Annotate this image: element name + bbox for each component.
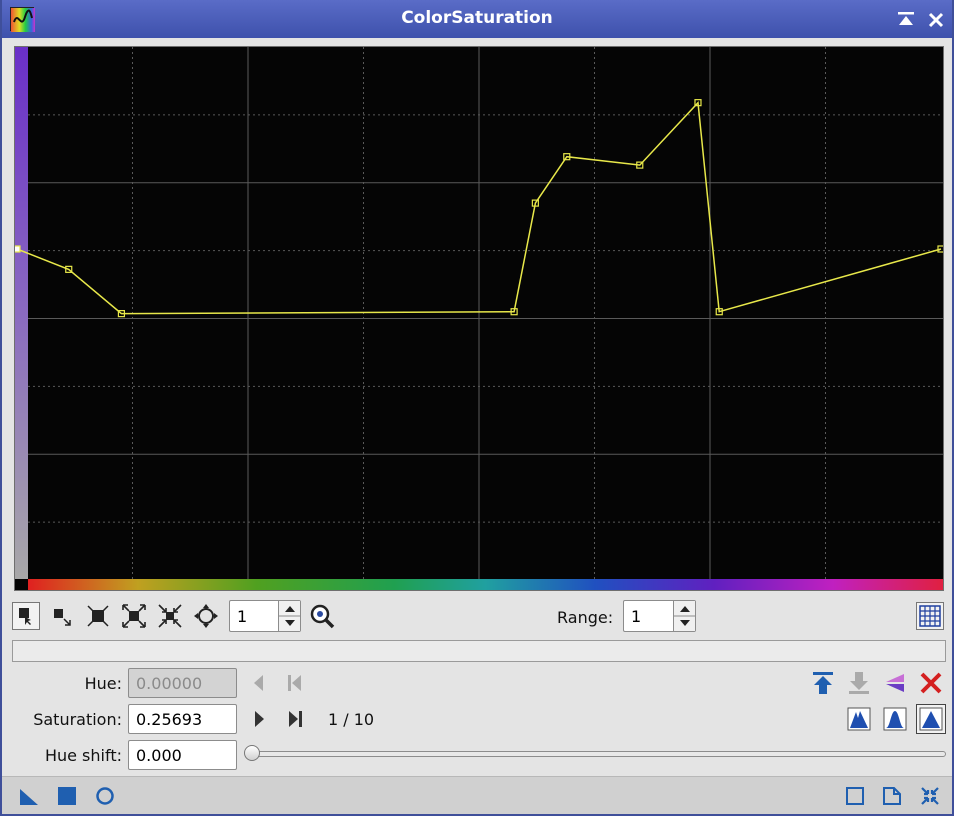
show-grid-icon[interactable] (916, 602, 944, 630)
saturation-label: Saturation: (33, 710, 122, 729)
previous-point-icon[interactable] (246, 670, 272, 696)
process-control-bar (2, 776, 952, 814)
zoom-factor-spinbox[interactable]: 1 (229, 600, 301, 632)
preview-icon[interactable] (844, 785, 866, 807)
range-label: Range: (557, 608, 614, 627)
zoom-out-icon[interactable] (156, 602, 184, 630)
curve-point[interactable] (13, 245, 21, 253)
zoom-icon[interactable] (308, 602, 336, 630)
store-curve-icon[interactable] (810, 670, 836, 696)
hue-shift-field[interactable]: 0.000 (128, 740, 237, 770)
zoom-factor-stepper[interactable] (278, 601, 301, 631)
first-point-icon[interactable] (282, 670, 308, 696)
browse-documentation-icon[interactable] (881, 785, 903, 807)
curve-graph[interactable] (13, 46, 945, 591)
next-point-icon[interactable] (246, 706, 272, 732)
hue-label: Hue: (84, 674, 122, 693)
apply-icon[interactable] (94, 785, 116, 807)
zoom-factor-value: 1 (237, 607, 248, 626)
graph-toolbar: 1 Range: 1 (12, 598, 946, 636)
range-value: 1 (631, 607, 642, 626)
hue-shift-slider-handle[interactable] (244, 745, 260, 761)
close-icon[interactable] (925, 9, 947, 31)
edit-point-mode-icon[interactable] (12, 602, 40, 630)
restore-curve-icon[interactable] (846, 670, 872, 696)
apply-global-icon[interactable] (56, 785, 78, 807)
hue-shift-slider[interactable] (246, 751, 946, 757)
point-counter: 1 / 10 (328, 710, 375, 729)
status-bar (12, 640, 946, 662)
range-stepper[interactable] (673, 601, 696, 631)
saturation-gradient-bar (15, 47, 28, 579)
hue-shift-label: Hue shift: (44, 746, 122, 765)
cubic-spline-icon[interactable] (882, 706, 908, 732)
hue-gradient-bar (28, 579, 943, 590)
reset-icon[interactable] (919, 785, 941, 807)
saturation-field[interactable]: 0.25693 (128, 704, 237, 734)
last-point-icon[interactable] (282, 706, 308, 732)
new-instance-icon[interactable] (18, 785, 40, 807)
akima-interpolation-icon[interactable] (846, 706, 872, 732)
reset-curve-icon[interactable] (918, 670, 944, 696)
title-bar[interactable]: ColorSaturation (2, 0, 952, 38)
linear-interpolation-icon[interactable] (916, 704, 946, 734)
zoom-in-icon[interactable] (120, 602, 148, 630)
window-title: ColorSaturation (401, 8, 553, 28)
delete-point-mode-icon[interactable] (84, 602, 112, 630)
shade-icon[interactable] (895, 9, 917, 31)
range-spinbox[interactable]: 1 (623, 600, 696, 632)
color-saturation-window: ColorSaturation 1 Range: 1 Hue: 0.00000 … (0, 0, 954, 816)
reverse-curve-icon[interactable] (882, 670, 908, 696)
select-point-mode-icon[interactable] (48, 602, 76, 630)
pan-icon[interactable] (192, 602, 220, 630)
hue-field[interactable]: 0.00000 (128, 668, 237, 698)
